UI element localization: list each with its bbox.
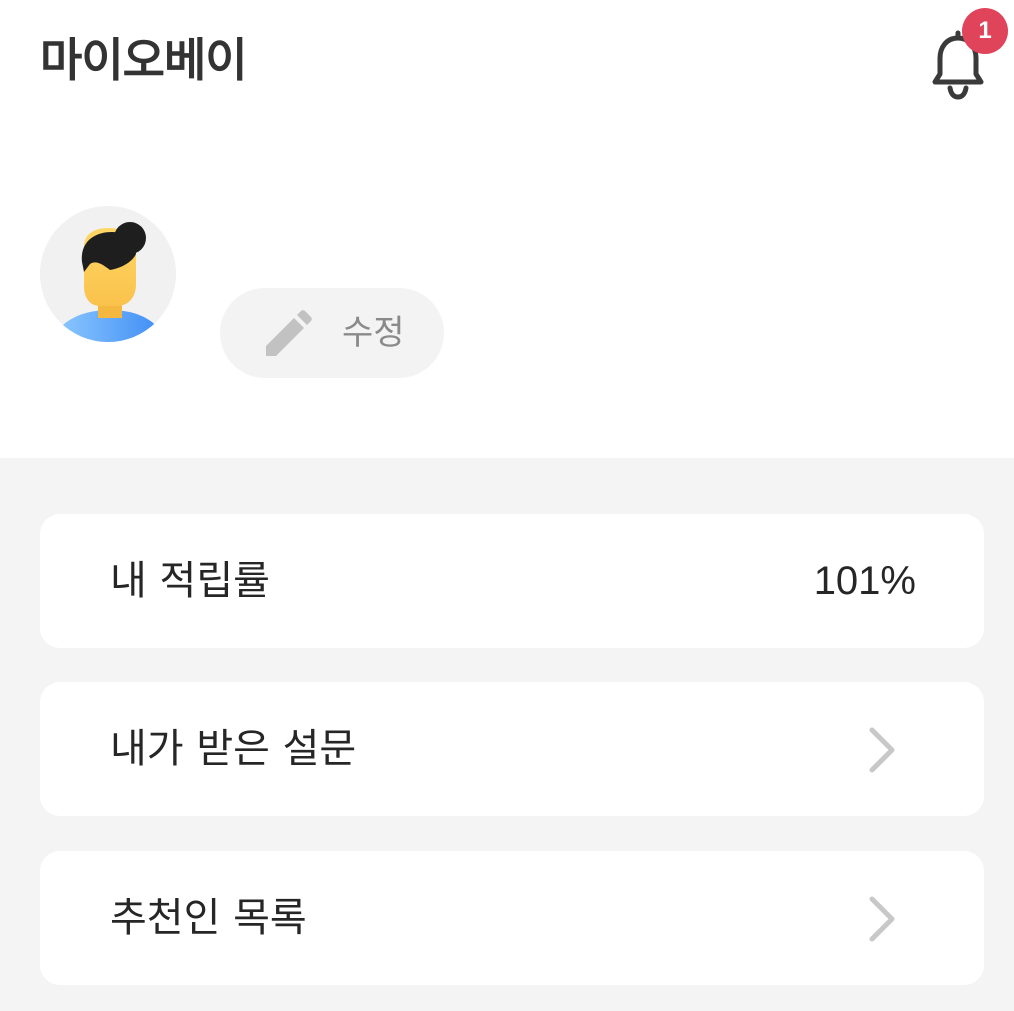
user-avatar-icon [40,206,176,342]
edit-label: 수정 [342,313,405,353]
pencil-icon [266,310,312,356]
page-title: 마이오베이 [40,33,248,87]
my-page: 마이오베이 1 수정 내 적립률 101% 내가 받은 설문 추천인 목록 [0,0,1014,1011]
chevron-right-icon [869,727,895,773]
avatar [40,206,176,342]
menu-section: 내 적립률 101% 내가 받은 설문 추천인 목록 [0,458,1014,1011]
menu-item-savings-rate: 내 적립률 101% [40,514,984,648]
menu-item-label: 내가 받은 설문 [110,726,357,772]
menu-item-referral-list[interactable]: 추천인 목록 [40,851,984,985]
edit-profile-button[interactable]: 수정 [220,288,444,378]
notification-button[interactable]: 1 [918,8,1008,100]
menu-item-label: 추천인 목록 [110,895,307,941]
notification-badge: 1 [962,8,1008,54]
menu-item-label: 내 적립률 [110,558,270,604]
menu-item-received-surveys[interactable]: 내가 받은 설문 [40,682,984,816]
profile-section: 수정 [0,120,1014,458]
app-header: 마이오베이 1 [0,0,1014,120]
chevron-right-icon [869,896,895,942]
savings-rate-value: 101% [813,559,916,603]
